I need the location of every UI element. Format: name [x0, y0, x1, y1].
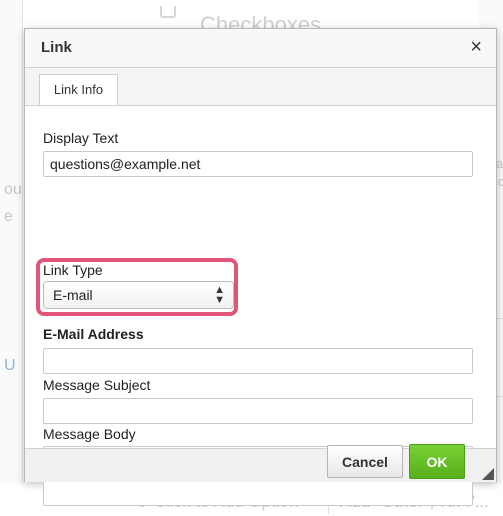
- select-updown-icon: ▲ ▼: [214, 284, 225, 306]
- dialog-footer: Cancel OK: [25, 444, 496, 482]
- background-right-fragment: a: [496, 156, 503, 171]
- display-text-input[interactable]: [43, 151, 473, 177]
- display-text-label: Display Text: [43, 130, 119, 146]
- dialog-tabbar: Link Info: [25, 68, 496, 106]
- link-type-selected-value: E-mail: [53, 287, 93, 303]
- link-dialog: Link × Link Info Display Text Link Type …: [24, 28, 497, 506]
- background-left-edge: [0, 0, 23, 516]
- background-checkbox-icon: [160, 6, 176, 18]
- dialog-titlebar[interactable]: Link ×: [25, 29, 496, 68]
- resize-handle-icon[interactable]: [482, 468, 494, 480]
- message-subject-label: Message Subject: [43, 377, 151, 393]
- email-address-label: E-Mail Address: [43, 326, 144, 342]
- cancel-button[interactable]: Cancel: [327, 445, 403, 478]
- dialog-title: Link: [41, 39, 72, 56]
- ok-button[interactable]: OK: [409, 444, 465, 479]
- link-type-select[interactable]: E-mail ▲ ▼: [43, 281, 234, 309]
- email-address-input[interactable]: [43, 348, 473, 374]
- message-subject-input[interactable]: [43, 398, 473, 424]
- tab-link-info[interactable]: Link Info: [39, 74, 118, 105]
- background-left-fragment: e: [4, 208, 13, 225]
- link-type-label: Link Type: [43, 262, 103, 278]
- close-icon[interactable]: ×: [470, 37, 482, 57]
- background-left-fragment: ou: [4, 181, 22, 198]
- link-info-panel: Display Text Link Type E-mail ▲▼ E-Mail …: [25, 106, 496, 506]
- background-left-fragment: U: [4, 357, 16, 374]
- message-body-label: Message Body: [43, 426, 136, 442]
